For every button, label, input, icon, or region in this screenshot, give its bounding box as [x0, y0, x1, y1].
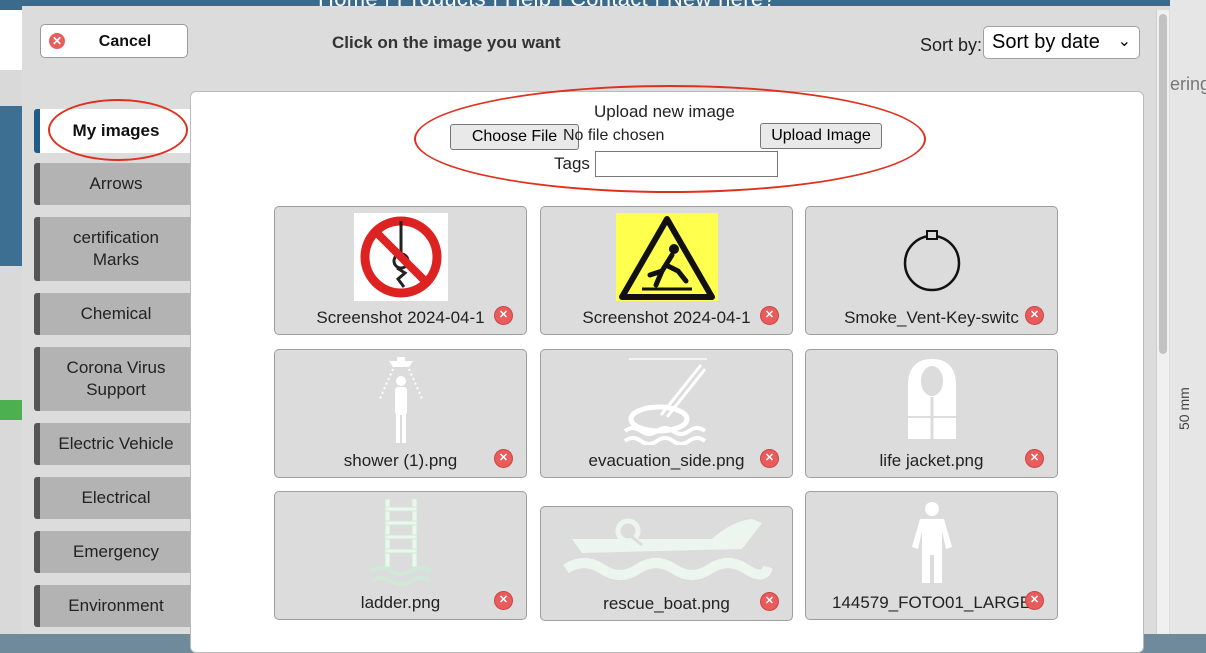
scrollbar-thumb[interactable]	[1159, 14, 1167, 354]
slippery-warning-icon	[615, 213, 718, 301]
delete-icon[interactable]: ✕	[1026, 592, 1043, 609]
rescue-boat-icon	[562, 518, 772, 580]
cancel-button[interactable]: ✕ Cancel	[40, 24, 188, 58]
file-status-text: No file chosen	[563, 127, 665, 144]
image-card[interactable]: Smoke_Vent-Key-switc ✕	[805, 206, 1058, 335]
image-card[interactable]: life jacket.png ✕	[805, 349, 1058, 478]
category-tab-corona-virus-support[interactable]: Corona Virus Support	[34, 347, 192, 411]
category-tab-emergency[interactable]: Emergency	[34, 531, 192, 573]
choose-file-button[interactable]: Choose File	[450, 124, 579, 150]
modal-scrollbar[interactable]	[1156, 10, 1169, 634]
image-card[interactable]: Screenshot 2024-04-1 ✕	[274, 206, 527, 335]
image-name: shower (1).png	[343, 451, 458, 470]
image-card[interactable]: shower (1).png ✕	[274, 349, 527, 478]
image-card[interactable]: evacuation_side.png ✕	[540, 349, 793, 478]
upload-title: Upload new image	[594, 102, 735, 121]
image-name: rescue_boat.png	[603, 594, 730, 613]
delete-icon[interactable]: ✕	[761, 593, 778, 610]
image-name: evacuation_side.png	[588, 451, 745, 470]
image-picker-modal: ✕ Cancel Click on the image you want Sor…	[22, 6, 1170, 653]
category-tab-environment[interactable]: Environment	[34, 585, 192, 627]
tags-input[interactable]	[595, 151, 778, 177]
image-name: life jacket.png	[879, 451, 984, 470]
category-tab-arrows[interactable]: Arrows	[34, 163, 192, 205]
delete-icon[interactable]: ✕	[495, 450, 512, 467]
background-left-strip	[0, 10, 22, 634]
delete-icon[interactable]: ✕	[761, 450, 778, 467]
cancel-label: Cancel	[98, 33, 152, 50]
image-card[interactable]: ladder.png ✕	[274, 491, 527, 620]
delete-icon[interactable]: ✕	[1026, 307, 1043, 324]
image-name: 144579_FOTO01_LARGE	[831, 593, 1032, 612]
image-name: ladder.png	[360, 593, 441, 612]
chevron-down-icon: ⌄	[1117, 33, 1131, 50]
evacuation-slide-icon	[623, 358, 707, 445]
key-switch-outline-icon	[903, 230, 960, 292]
image-card[interactable]: Screenshot 2024-04-1 ✕	[540, 206, 793, 335]
category-tab-chemical[interactable]: Chemical	[34, 293, 192, 335]
upload-image-button[interactable]: Upload Image	[760, 123, 882, 149]
delete-icon[interactable]: ✕	[761, 307, 778, 324]
life-jacket-icon	[907, 359, 956, 439]
sort-select[interactable]: Sort by date ⌄	[983, 26, 1140, 59]
background-dimension-label: 50 mm	[1176, 387, 1192, 430]
image-name: Smoke_Vent-Key-switc	[844, 308, 1019, 327]
image-name: Screenshot 2024-04-1	[582, 308, 751, 327]
category-tab-my-images[interactable]: My images	[34, 109, 192, 153]
delete-icon[interactable]: ✕	[1026, 450, 1043, 467]
category-tab-electrical[interactable]: Electrical	[34, 477, 192, 519]
delete-icon[interactable]: ✕	[495, 592, 512, 609]
sort-select-value: Sort by date	[992, 31, 1100, 53]
category-tab-electric-vehicle[interactable]: Electric Vehicle	[34, 423, 192, 465]
image-card[interactable]: rescue_boat.png ✕	[540, 506, 793, 621]
shower-icon	[377, 357, 424, 443]
immersion-suit-icon	[911, 502, 952, 583]
sort-label: Sort by:	[920, 35, 983, 55]
no-rope-icon	[353, 213, 448, 301]
ladder-icon	[370, 498, 431, 586]
background-fragment: ering	[1170, 74, 1206, 94]
tags-label: Tags	[554, 154, 590, 173]
delete-icon[interactable]: ✕	[495, 307, 512, 324]
background-right-strip: ering 50 mm	[1170, 0, 1206, 634]
image-name: Screenshot 2024-04-1	[316, 308, 485, 327]
category-tab-certification-marks[interactable]: certification Marks	[34, 217, 192, 281]
modal-instruction: Click on the image you want	[332, 33, 561, 52]
image-card[interactable]: 144579_FOTO01_LARGE ✕	[805, 491, 1058, 620]
